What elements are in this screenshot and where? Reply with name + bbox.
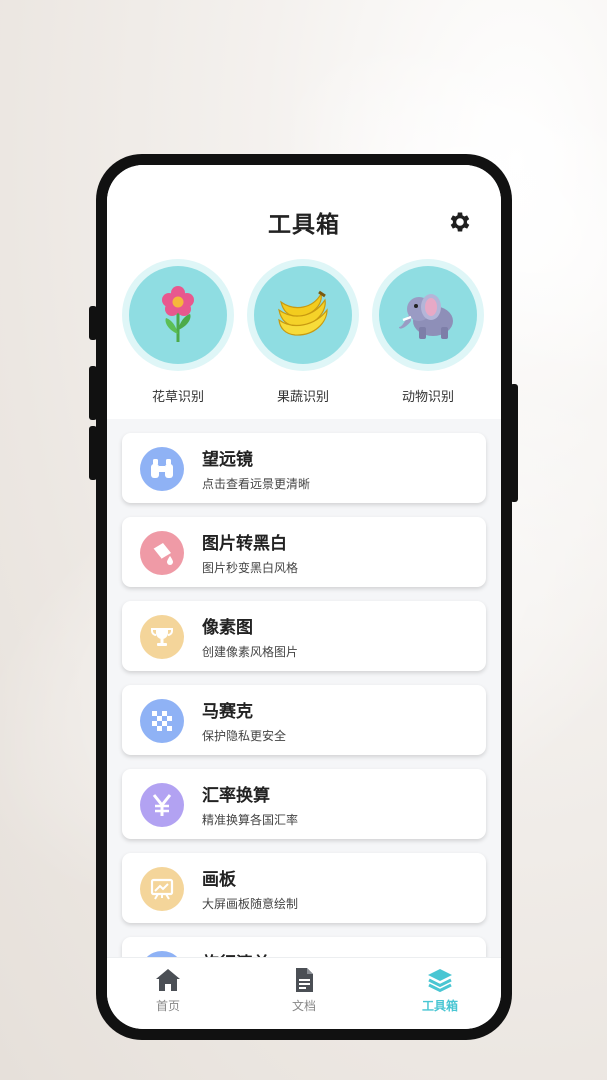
easel-icon: [140, 867, 184, 911]
elephant-icon: [379, 266, 477, 364]
tool-title: 像素图: [202, 618, 253, 638]
header: 工具箱: [107, 165, 501, 265]
recog-fruit-label: 果蔬识别: [276, 390, 329, 405]
tool-subtitle: 保护隐私更安全: [202, 729, 287, 743]
tab-documents[interactable]: 文档: [264, 966, 344, 1014]
tab-toolbox[interactable]: 工具箱: [400, 966, 480, 1014]
recog-fruit[interactable]: 果蔬识别: [247, 259, 359, 405]
tab-home[interactable]: 首页: [128, 966, 208, 1014]
paint-bucket-icon: [140, 531, 184, 575]
tool-subtitle: 图片秒变黑白风格: [202, 561, 299, 575]
tool-title: 马赛克: [202, 702, 253, 722]
recog-animal-label: 动物识别: [401, 390, 454, 405]
recog-fruit-ring: [247, 259, 359, 371]
tab-home-label: 首页: [155, 999, 180, 1013]
banana-icon: [254, 266, 352, 364]
app-screen: 工具箱 花草识别 果蔬识别 动物识别 望远镜 点击查看远景更清晰 图片转黑白 图…: [107, 165, 501, 1029]
volume-down-button: [89, 426, 97, 480]
recog-flower-label: 花草识别: [151, 390, 204, 405]
tool-title: 汇率换算: [202, 786, 270, 806]
document-icon: [290, 966, 318, 994]
phone-frame: 工具箱 花草识别 果蔬识别 动物识别 望远镜 点击查看远景更清晰 图片转黑白 图…: [89, 154, 518, 1040]
tool-title: 画板: [202, 870, 236, 890]
mute-switch: [89, 306, 97, 340]
power-button: [510, 384, 518, 502]
tool-card-telescope[interactable]: 望远镜 点击查看远景更清晰: [122, 433, 486, 503]
tool-subtitle: 精准换算各国汇率: [202, 813, 299, 827]
tool-title: 图片转黑白: [202, 534, 287, 554]
tool-subtitle: 创建像素风格图片: [202, 645, 299, 659]
yen-icon: [140, 783, 184, 827]
tool-card-grayscale[interactable]: 图片转黑白 图片秒变黑白风格: [122, 517, 486, 587]
tab-documents-label: 文档: [291, 999, 316, 1013]
flower-icon: [129, 266, 227, 364]
gear-icon[interactable]: [447, 209, 473, 235]
layers-icon: [426, 966, 454, 994]
recog-animal[interactable]: 动物识别: [372, 259, 484, 405]
tab-toolbox-label: 工具箱: [421, 999, 458, 1013]
tool-title: 望远镜: [202, 450, 253, 470]
tool-card-exchange[interactable]: 汇率换算 精准换算各国汇率: [122, 769, 486, 839]
tool-subtitle: 点击查看远景更清晰: [202, 477, 311, 491]
home-icon: [154, 966, 182, 994]
recog-animal-ring: [372, 259, 484, 371]
page-title: 工具箱: [268, 212, 340, 238]
recog-flower-ring: [122, 259, 234, 371]
mosaic-icon: [140, 699, 184, 743]
volume-up-button: [89, 366, 97, 420]
recog-flower[interactable]: 花草识别: [122, 259, 234, 405]
trophy-icon: [140, 615, 184, 659]
binoculars-icon: [140, 447, 184, 491]
tool-card-pixel[interactable]: 像素图 创建像素风格图片: [122, 601, 486, 671]
tool-card-drawing-board[interactable]: 画板 大屏画板随意绘制: [122, 853, 486, 923]
recognition-row: 花草识别 果蔬识别 动物识别: [107, 259, 501, 419]
tool-card-travel-list[interactable]: 旅行清单: [122, 937, 486, 959]
tool-list: 望远镜 点击查看远景更清晰 图片转黑白 图片秒变黑白风格 像素图 创建像素风格图…: [107, 429, 501, 959]
tool-subtitle: 大屏画板随意绘制: [202, 897, 299, 911]
tool-card-mosaic[interactable]: 马赛克 保护隐私更安全: [122, 685, 486, 755]
tab-bar: 首页 文档 工具箱: [107, 957, 501, 1029]
